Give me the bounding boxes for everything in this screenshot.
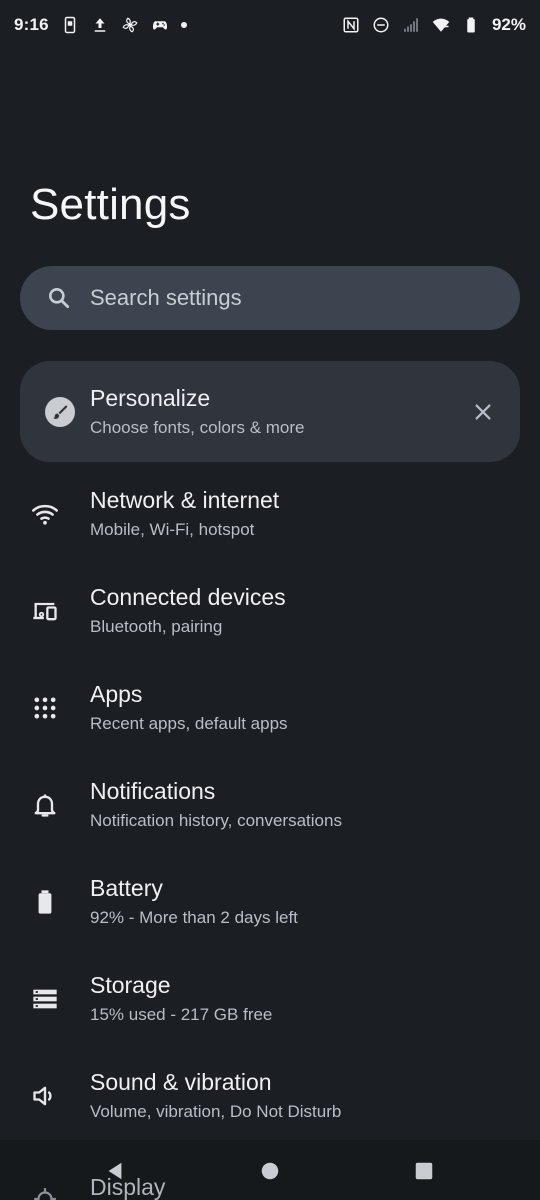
settings-item-title: Storage xyxy=(90,972,171,998)
settings-item-title: Notifications xyxy=(90,778,216,804)
settings-item-notifications[interactable]: Notifications Notification history, conv… xyxy=(0,756,540,853)
personalize-texts: Personalize Choose fonts, colors & more xyxy=(90,385,470,438)
personalize-card[interactable]: Personalize Choose fonts, colors & more xyxy=(20,361,520,462)
settings-list: Network & internet Mobile, Wi-Fi, hotspo… xyxy=(0,465,540,1144)
settings-item-storage[interactable]: Storage 15% used - 217 GB free xyxy=(0,950,540,1047)
search-placeholder: Search settings xyxy=(90,285,242,310)
battery-icon xyxy=(462,16,480,34)
apps-grid-icon xyxy=(30,693,60,723)
back-icon[interactable] xyxy=(102,1158,128,1184)
status-right: 92% xyxy=(342,15,526,35)
personalize-title: Personalize xyxy=(90,385,211,411)
settings-item-title: Connected devices xyxy=(90,584,286,610)
status-bar: 9:16 92% xyxy=(0,0,540,50)
status-left: 9:16 xyxy=(14,15,187,35)
settings-item-subtitle: Volume, vibration, Do Not Disturb xyxy=(90,1102,342,1121)
settings-item-connected-devices[interactable]: Connected devices Bluetooth, pairing xyxy=(0,562,540,659)
dnd-icon xyxy=(372,16,390,34)
gamepad-icon xyxy=(151,16,169,34)
settings-item-texts: Connected devices Bluetooth, pairing xyxy=(90,584,286,637)
settings-item-title: Sound & vibration xyxy=(90,1069,272,1095)
settings-item-sound[interactable]: Sound & vibration Volume, vibration, Do … xyxy=(0,1047,540,1144)
phone-icon xyxy=(61,16,79,34)
settings-item-texts: Apps Recent apps, default apps xyxy=(90,681,288,734)
search-bar[interactable]: Search settings xyxy=(20,266,520,330)
settings-item-texts: Battery 92% - More than 2 days left xyxy=(90,875,298,928)
devices-icon xyxy=(30,596,60,626)
settings-item-network[interactable]: Network & internet Mobile, Wi-Fi, hotspo… xyxy=(0,465,540,562)
search-icon xyxy=(46,285,72,311)
close-icon[interactable] xyxy=(470,399,496,425)
display-icon xyxy=(32,1186,58,1200)
recents-icon[interactable] xyxy=(411,1158,437,1184)
battery-icon xyxy=(30,887,60,917)
status-time: 9:16 xyxy=(14,15,49,34)
settings-item-texts: Notifications Notification history, conv… xyxy=(90,778,342,831)
settings-item-title: Battery xyxy=(90,875,163,901)
settings-item-apps[interactable]: Apps Recent apps, default apps xyxy=(0,659,540,756)
settings-item-texts: Sound & vibration Volume, vibration, Do … xyxy=(90,1069,341,1122)
settings-item-battery[interactable]: Battery 92% - More than 2 days left xyxy=(0,853,540,950)
signal-icon xyxy=(402,16,420,34)
wifi-icon xyxy=(30,499,60,529)
settings-item-subtitle: Mobile, Wi-Fi, hotspot xyxy=(90,520,255,539)
wifi-icon xyxy=(432,16,450,34)
settings-item-subtitle: Notification history, conversations xyxy=(90,811,342,830)
navigation-bar: Display xyxy=(0,1140,540,1200)
fan-icon xyxy=(121,16,139,34)
bell-icon xyxy=(30,790,60,820)
settings-item-subtitle: 92% - More than 2 days left xyxy=(90,908,298,927)
settings-item-title: Network & internet xyxy=(90,487,280,513)
upload-icon xyxy=(91,16,109,34)
dot-icon xyxy=(180,22,187,28)
page-title: Settings xyxy=(30,180,191,229)
nfc-icon xyxy=(342,16,360,34)
settings-item-subtitle: 15% used - 217 GB free xyxy=(90,1005,273,1024)
settings-item-subtitle: Recent apps, default apps xyxy=(90,714,288,733)
personalize-subtitle: Choose fonts, colors & more xyxy=(90,418,305,437)
battery-percent: 92% xyxy=(491,15,526,34)
settings-item-texts: Network & internet Mobile, Wi-Fi, hotspo… xyxy=(90,487,279,540)
settings-screen: 9:16 92% Settings Search settings Person… xyxy=(0,0,540,1200)
home-icon[interactable] xyxy=(257,1158,283,1184)
settings-item-texts: Storage 15% used - 217 GB free xyxy=(90,972,272,1025)
settings-item-title: Apps xyxy=(90,681,143,707)
volume-icon xyxy=(30,1081,60,1111)
settings-item-subtitle: Bluetooth, pairing xyxy=(90,617,223,636)
brush-icon xyxy=(45,396,75,427)
storage-icon xyxy=(30,984,60,1014)
